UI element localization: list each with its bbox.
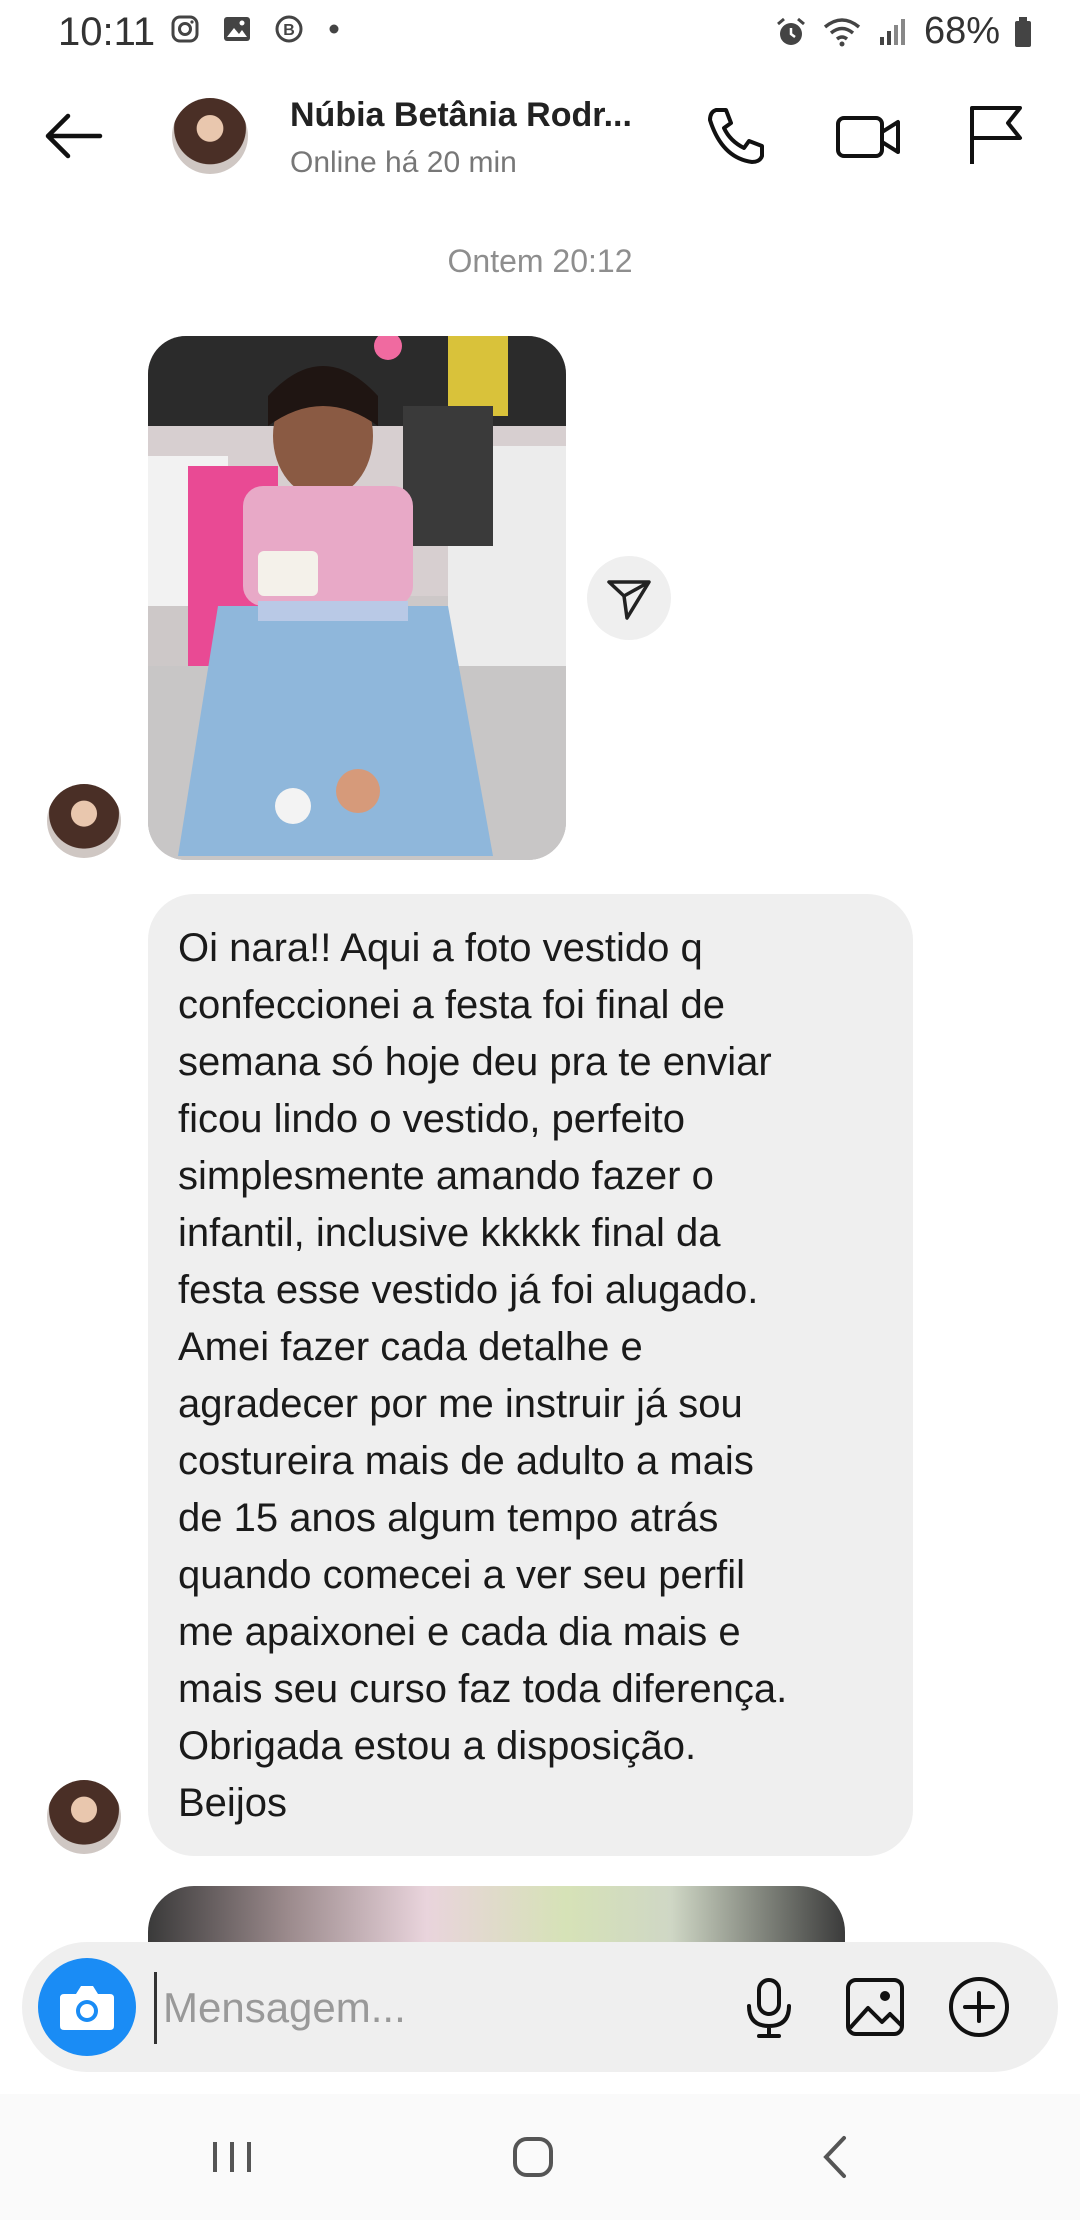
system-nav-bar	[0, 2094, 1080, 2220]
message-line: Oi nara!! Aqui a foto vestido q	[178, 926, 703, 970]
microphone-icon[interactable]	[734, 1972, 804, 2042]
message-input[interactable]	[154, 1972, 725, 2044]
image-icon[interactable]	[840, 1972, 910, 2042]
message-line: mais seu curso faz toda diferença.	[178, 1667, 788, 1711]
message-line: agradecer por me instruir já sou	[178, 1382, 743, 1426]
signal-icon	[879, 18, 905, 45]
message-line: Obrigada estou a disposição.	[178, 1724, 697, 1768]
phone-icon[interactable]	[702, 102, 770, 170]
video-icon[interactable]	[834, 102, 902, 170]
recent-apps-icon[interactable]	[197, 2122, 267, 2192]
camera-button[interactable]	[38, 1958, 136, 2056]
status-time: 10:11	[58, 10, 156, 54]
back-arrow-icon[interactable]	[40, 106, 106, 166]
instagram-icon	[171, 15, 199, 43]
notification-icons: B	[170, 14, 342, 44]
camera-icon	[60, 1986, 114, 2030]
b-app-icon: B	[275, 15, 303, 43]
gallery-icon	[224, 17, 250, 41]
message-line: me apaixonei e cada dia mais e	[178, 1610, 741, 1654]
message-line: costureira mais de adulto a mais	[178, 1439, 754, 1483]
message-line: Beijos	[178, 1781, 287, 1825]
wifi-icon	[823, 17, 861, 46]
message-timestamp: Ontem 20:12	[447, 243, 633, 279]
dot-icon	[329, 24, 339, 34]
message-line: confeccionei a festa foi final de	[178, 983, 726, 1027]
share-button[interactable]	[587, 556, 671, 640]
message-line: de 15 anos algum tempo atrás	[178, 1496, 719, 1540]
battery-icon	[1015, 16, 1031, 47]
message-line: infantil, inclusive kkkkk final da	[178, 1211, 721, 1255]
message-composer	[22, 1942, 1058, 2072]
status-bar: 10:11 B 68%	[0, 0, 1080, 66]
message-line: Amei fazer cada detalhe e	[178, 1325, 643, 1369]
send-icon	[607, 580, 651, 620]
back-nav-icon[interactable]	[800, 2122, 870, 2192]
contact-avatar[interactable]	[172, 98, 248, 174]
sender-avatar[interactable]	[47, 1780, 121, 1854]
dress-photo-illustration	[148, 336, 566, 860]
message-line: festa esse vestido já foi alugado.	[178, 1268, 759, 1312]
message-bubble[interactable]: Oi nara!! Aqui a foto vestido q confecci…	[148, 894, 913, 1856]
message-line: ficou lindo o vestido, perfeito	[178, 1097, 685, 1141]
chat-header: Núbia Betânia Rodr... Online há 20 min	[0, 66, 1080, 206]
home-icon[interactable]	[498, 2122, 568, 2192]
sender-avatar[interactable]	[47, 784, 121, 858]
message-line: semana só hoje deu pra te enviar	[178, 1040, 772, 1084]
svg-text:B: B	[283, 22, 295, 39]
battery-percent: 68%	[923, 10, 1000, 52]
message-photo[interactable]	[148, 336, 566, 860]
flag-icon[interactable]	[962, 102, 1030, 170]
message-line: quando comecei a ver seu perfil	[178, 1553, 745, 1597]
contact-status: Online há 20 min	[290, 146, 517, 179]
contact-name[interactable]: Núbia Betânia Rodr...	[290, 96, 632, 135]
message-line: simplesmente amando fazer o	[178, 1154, 714, 1198]
plus-circle-icon[interactable]	[944, 1972, 1014, 2042]
alarm-icon	[776, 17, 805, 45]
